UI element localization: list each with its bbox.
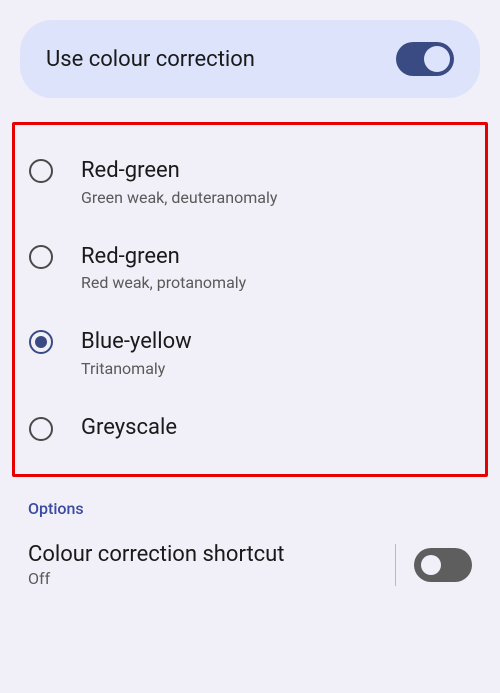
shortcut-toggle-wrap [395, 544, 472, 586]
shortcut-switch[interactable] [414, 548, 472, 582]
radio-item-protanomaly[interactable]: Red-green Red weak, protanomaly [23, 225, 477, 311]
radio-title: Red-green [81, 243, 246, 272]
use-colour-correction-switch[interactable] [396, 42, 454, 76]
radio-title: Blue-yellow [81, 328, 192, 357]
radio-subtitle: Green weak, deuteranomaly [81, 188, 277, 207]
radio-button[interactable] [29, 159, 53, 183]
radio-subtitle: Red weak, protanomaly [81, 273, 246, 292]
radio-item-deuteranomaly[interactable]: Red-green Green weak, deuteranomaly [23, 139, 477, 225]
radio-title: Greyscale [81, 414, 177, 443]
radio-button[interactable] [29, 330, 53, 354]
radio-button[interactable] [29, 417, 53, 441]
shortcut-status: Off [28, 569, 285, 588]
radio-text-group: Greyscale [81, 414, 177, 443]
radio-text-group: Red-green Red weak, protanomaly [81, 243, 246, 293]
radio-text-group: Red-green Green weak, deuteranomaly [81, 157, 277, 207]
toggle-card-label: Use colour correction [46, 47, 255, 72]
options-section-label: Options [28, 499, 480, 518]
radio-item-tritanomaly[interactable]: Blue-yellow Tritanomaly [23, 310, 477, 396]
use-colour-correction-toggle-card[interactable]: Use colour correction [20, 20, 480, 98]
shortcut-text-group: Colour correction shortcut Off [28, 542, 285, 588]
radio-title: Red-green [81, 157, 277, 186]
radio-subtitle: Tritanomaly [81, 359, 192, 378]
radio-item-greyscale[interactable]: Greyscale [23, 396, 477, 461]
shortcut-title: Colour correction shortcut [28, 542, 285, 567]
radio-text-group: Blue-yellow Tritanomaly [81, 328, 192, 378]
colour-correction-shortcut-row[interactable]: Colour correction shortcut Off [20, 534, 480, 588]
correction-mode-highlight: Red-green Green weak, deuteranomaly Red-… [12, 122, 488, 477]
vertical-divider [395, 544, 396, 586]
radio-button[interactable] [29, 245, 53, 269]
